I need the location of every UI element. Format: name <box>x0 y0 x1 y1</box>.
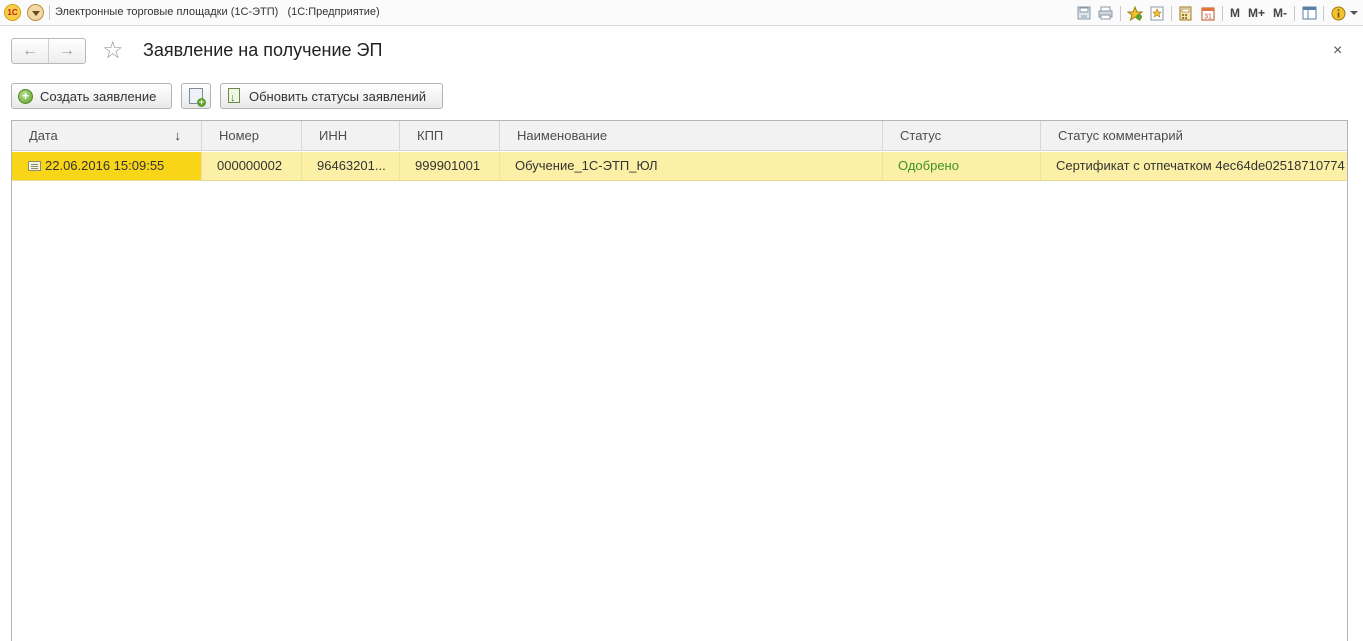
sort-down-icon: ↓ <box>174 128 182 143</box>
refresh-icon: ↓ <box>227 88 242 104</box>
column-header-label: Дата <box>29 128 58 143</box>
column-header-number[interactable]: Номер <box>202 121 302 151</box>
column-header-kpp[interactable]: КПП <box>400 121 500 151</box>
table-header: Дата ↓ Номер ИНН КПП Наименование Статус… <box>12 121 1347 151</box>
create-application-button[interactable]: + Создать заявление <box>11 83 172 109</box>
divider <box>1170 5 1172 21</box>
table-row[interactable]: 22.06.2016 15:09:55 000000002 96463201..… <box>12 152 1347 181</box>
copy-icon <box>189 88 206 107</box>
applications-table[interactable]: Дата ↓ Номер ИНН КПП Наименование Статус… <box>11 120 1348 641</box>
calendar-icon[interactable]: 31 <box>1197 3 1219 23</box>
cell-inn[interactable]: 96463201... <box>302 152 400 180</box>
column-header-name[interactable]: Наименование <box>500 121 883 151</box>
window-title: Электронные торговые площадки (1С-ЭТП) (… <box>55 6 380 18</box>
divider <box>1119 5 1121 21</box>
copy-button[interactable] <box>181 83 211 109</box>
document-icon <box>28 161 41 171</box>
memory-add-button[interactable]: M+ <box>1244 3 1269 23</box>
column-header-inn[interactable]: ИНН <box>302 121 400 151</box>
cell-kpp[interactable]: 999901001 <box>400 152 500 180</box>
calculator-icon[interactable] <box>1175 3 1197 23</box>
divider <box>49 5 50 20</box>
refresh-statuses-label: Обновить статусы заявлений <box>249 88 426 104</box>
panels-icon[interactable] <box>1298 3 1320 23</box>
navigation-buttons: ← → <box>11 38 86 64</box>
divider <box>1323 5 1324 21</box>
divider <box>1221 5 1223 21</box>
star-icon[interactable]: ☆ <box>102 37 124 65</box>
memory-subtract-button[interactable]: M- <box>1269 3 1291 23</box>
chevron-down-icon[interactable] <box>1349 3 1359 23</box>
memory-store-button[interactable]: M <box>1226 3 1244 23</box>
bookmark-icon[interactable] <box>1146 3 1168 23</box>
cell-status-comment[interactable]: Сертификат с отпечатком 4ec64de025187107… <box>1041 152 1347 180</box>
cell-name[interactable]: Обучение_1С-ЭТП_ЮЛ <box>500 152 883 180</box>
favorites-icon[interactable] <box>1124 3 1146 23</box>
main-menu-icon[interactable] <box>27 4 44 21</box>
forward-button[interactable]: → <box>48 39 85 63</box>
add-icon: + <box>18 88 33 104</box>
refresh-statuses-button[interactable]: ↓ Обновить статусы заявлений <box>220 83 443 109</box>
window-toolbar: 31 M M+ M- <box>1073 3 1359 23</box>
info-icon[interactable] <box>1327 3 1349 23</box>
page-title: Заявление на получение ЭП <box>143 40 383 60</box>
title-bar: 1С Электронные торговые площадки (1С-ЭТП… <box>0 0 1363 26</box>
cell-date-text: 22.06.2016 15:09:55 <box>45 158 165 173</box>
cell-number[interactable]: 000000002 <box>202 152 302 180</box>
cell-status[interactable]: Одобрено <box>883 152 1041 180</box>
divider <box>1294 5 1295 21</box>
print-icon[interactable] <box>1095 3 1117 23</box>
back-button[interactable]: ← <box>12 39 48 63</box>
1c-logo-icon[interactable]: 1С <box>4 4 21 21</box>
create-application-label: Создать заявление <box>40 88 157 104</box>
column-header-date[interactable]: Дата ↓ <box>12 121 202 151</box>
close-icon[interactable]: × <box>1333 42 1342 60</box>
save-icon[interactable] <box>1073 3 1095 23</box>
column-header-status-comment[interactable]: Статус комментарий <box>1041 121 1347 151</box>
cell-date[interactable]: 22.06.2016 15:09:55 <box>12 152 202 180</box>
calendar-day: 31 <box>1204 13 1212 20</box>
column-header-status[interactable]: Статус <box>883 121 1041 151</box>
